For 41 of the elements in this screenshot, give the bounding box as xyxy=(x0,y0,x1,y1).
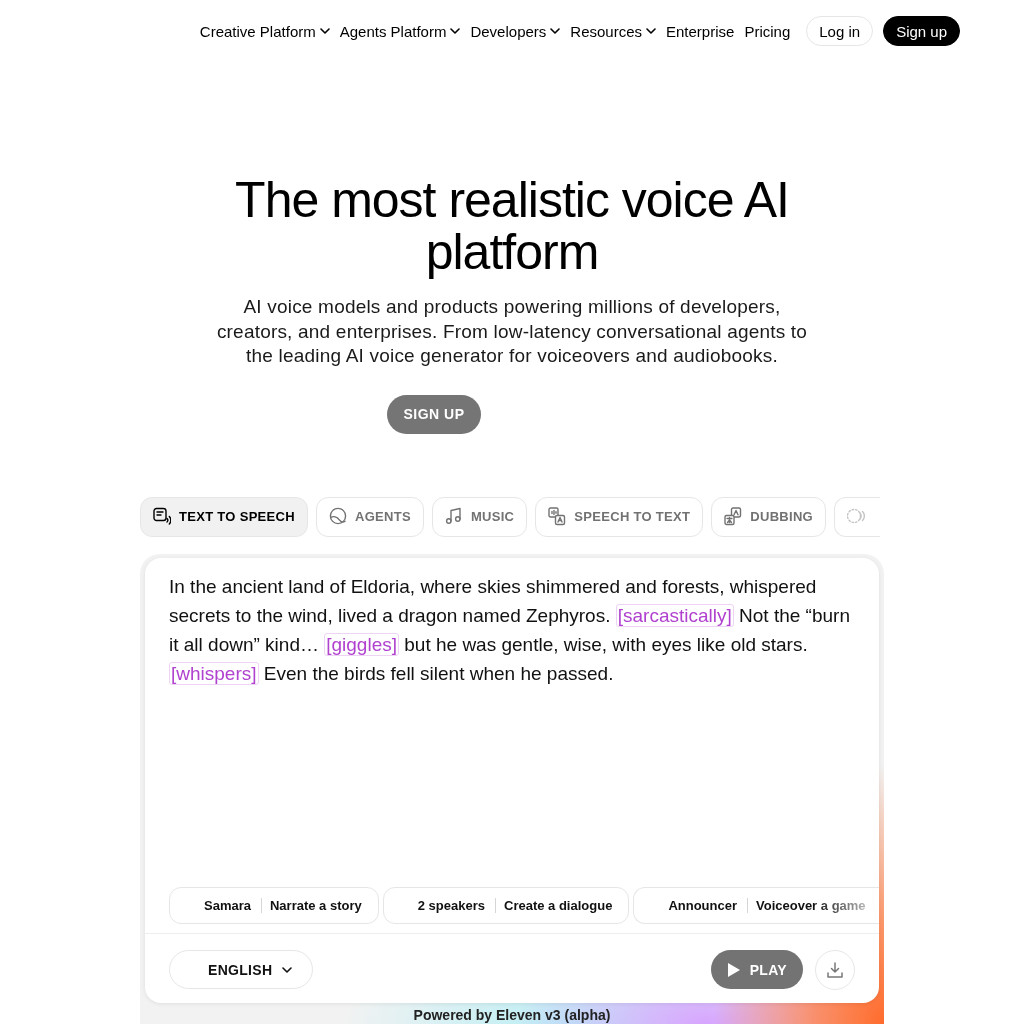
audio-tag: [whispers] xyxy=(169,661,259,685)
download-icon xyxy=(827,961,843,978)
suggestion-chip[interactable]: 2 speakers Create a dialogue xyxy=(382,886,630,924)
nav-menu-button[interactable]: Agents Platform xyxy=(339,22,461,40)
download-button[interactable] xyxy=(815,949,855,990)
chevron-down-icon xyxy=(282,966,293,973)
text-input-field[interactable]: In the ancient land of Eldoria, where skies shimmered and forests, whispered secrets to the wind, lived a dragon named Zephyros. [sarcastically] Not the “burn it all down” kind… [giggles] but he was gentle, wise, with eyes like old stars. [whispers] Even the birds fell silent when he passed. xyxy=(145,557,879,887)
nav-menu-button[interactable]: Resources xyxy=(570,22,656,40)
hero-subtitle: AI voice models and products powering millions of developers, creators, and enterprises. From low-latency conversational agents to the leading AI voice generator for voiceovers and audiobooks. xyxy=(215,295,809,368)
nav-menu-button[interactable]: Developers xyxy=(470,22,561,40)
chevron-down-icon xyxy=(550,28,561,34)
mode-tab[interactable]: MUSIC xyxy=(431,496,528,537)
mode-tab[interactable]: SPEECH TO TEXT xyxy=(535,496,704,537)
orb-icon xyxy=(328,507,347,526)
chevron-down-icon xyxy=(450,28,461,34)
text-sound-icon xyxy=(153,507,171,526)
model-note: Powered by Eleven v3 (alpha) xyxy=(412,1005,612,1024)
login-button[interactable]: Log in xyxy=(806,16,874,46)
suggestion-chip[interactable]: Samara Narrate a story xyxy=(169,886,379,924)
signup-button[interactable]: Sign up xyxy=(883,16,960,46)
speech-text-icon xyxy=(548,507,567,526)
mode-tab[interactable]: AGENTS xyxy=(315,496,424,537)
audio-tag: [giggles] xyxy=(324,632,399,656)
chevron-down-icon xyxy=(319,28,330,34)
play-button[interactable]: PLAY xyxy=(710,950,803,989)
mode-tab[interactable] xyxy=(834,496,880,537)
suggestion-chip[interactable]: Announcer Voiceover a game xyxy=(633,886,879,924)
language-dropdown[interactable]: ENGLISH xyxy=(169,950,314,989)
audio-tag: [sarcastically] xyxy=(615,603,734,627)
signup-cta-button[interactable]: SIGN UP xyxy=(387,394,481,434)
nav-link[interactable]: Enterprise xyxy=(666,22,735,40)
play-icon xyxy=(727,962,740,977)
nav-menu-button[interactable]: Creative Platform xyxy=(199,22,330,40)
mode-tab[interactable]: TEXT TO SPEECH xyxy=(140,496,308,537)
translate-icon xyxy=(724,507,743,526)
voice-icon xyxy=(847,507,865,526)
hero-title: The most realistic voice AI platform xyxy=(234,174,790,278)
mode-tab[interactable]: DUBBING xyxy=(711,496,826,537)
chevron-down-icon xyxy=(646,28,656,34)
music-note-icon xyxy=(444,507,463,526)
nav-link[interactable]: Pricing xyxy=(744,22,791,40)
